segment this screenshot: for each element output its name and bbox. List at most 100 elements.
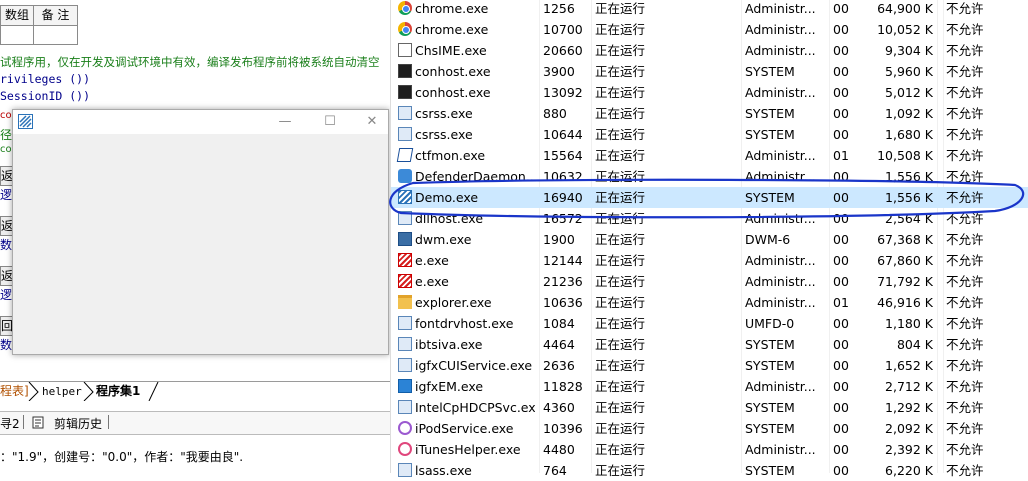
process-icon [398,106,412,120]
process-uac: 不允许 [946,22,984,37]
process-row[interactable]: igfxEM.exe 11828 正在运行 Administr... 00 2,712 K… [391,376,1028,397]
process-uac: 不允许 [946,169,984,184]
process-memory: 9,304 K [885,43,933,58]
itunes-icon [398,442,412,456]
process-row[interactable]: e.exe 21236 正在运行 Administr... 00 71,792 K 不允许 [391,271,1028,292]
process-icon [398,358,412,372]
process-pid: 10632 [543,169,583,184]
tab-search[interactable]: 寻2 [0,415,20,432]
process-user: Administr... [745,148,816,163]
process-row[interactable]: Demo.exe 16940 正在运行 SYSTEM 00 1,556 K 不允许 [391,187,1028,208]
process-row[interactable]: conhost.exe 13092 正在运行 Administr... 00 5,012 … [391,82,1028,103]
divider [23,415,24,429]
maximize-button[interactable]: ☐ [315,112,345,132]
process-name: ctfmon.exe [415,148,486,163]
process-row[interactable]: e.exe 12144 正在运行 Administr... 00 67,860 K 不允许 [391,250,1028,271]
process-user: Administr... [745,43,816,58]
tab-helper[interactable]: helper [42,383,82,400]
process-row[interactable]: IntelCpHDCPSvc.exe 4360 正在运行 SYSTEM 00 1,292 … [391,397,1028,418]
process-row[interactable]: ibtsiva.exe 4464 正在运行 SYSTEM 00 804 K 不允许 [391,334,1028,355]
process-memory: 2,392 K [885,442,933,457]
process-uac: 不允许 [946,232,984,247]
process-row[interactable]: igfxCUIService.exe 2636 正在运行 SYSTEM 00 1,652 … [391,355,1028,376]
process-uac: 不允许 [946,316,984,331]
status-bar-text: ："1.9"，创建号："0.0"，作者："我要由良". [0,450,244,464]
process-status: 正在运行 [595,1,646,16]
process-cpu: 00 [833,169,849,184]
process-row[interactable]: DefenderDaemon... 10632 正在运行 Administr... 00… [391,166,1028,187]
process-status: 正在运行 [595,463,646,478]
process-cpu: 00 [833,43,849,58]
process-status: 正在运行 [595,211,646,226]
console-icon [398,85,412,99]
process-name: igfxCUIService.exe [415,358,533,373]
code-line[interactable]: SessionID ()) [0,89,90,103]
process-pid: 15564 [543,148,583,163]
process-uac: 不允许 [946,211,984,226]
process-memory: 1,680 K [885,127,933,142]
code-comment-line[interactable]: 试程序用，仅在开发及调试环境中有效，编译发布程序前将被系统自动清空 [0,54,380,70]
table-cell[interactable] [33,25,78,45]
process-pid: 3900 [543,64,575,79]
process-row[interactable]: conhost.exe 3900 正在运行 SYSTEM 00 5,960 K 不允许 [391,61,1028,82]
close-button[interactable]: ✕ [357,112,387,132]
tab-clipboard-history[interactable]: 剪辑历史 [54,415,102,432]
table-cell[interactable] [0,25,34,45]
minimize-button[interactable]: — [270,112,300,132]
process-user: Administr... [745,253,816,268]
process-cpu: 00 [833,421,849,436]
process-row[interactable]: chrome.exe 1256 正在运行 Administr... 00 64,900 K… [391,0,1028,19]
process-pid: 764 [543,463,567,478]
clipboard-icon [32,416,44,429]
process-row[interactable]: csrss.exe 880 正在运行 SYSTEM 00 1,092 K 不允许 [391,103,1028,124]
process-user: UMFD-0 [745,316,795,331]
process-status: 正在运行 [595,274,646,289]
demo-app-window[interactable]: — ☐ ✕ [12,109,389,355]
process-memory: 71,792 K [877,274,933,289]
process-name: ChsIME.exe [415,43,487,58]
process-row[interactable]: csrss.exe 10644 正在运行 SYSTEM 00 1,680 K 不允许 [391,124,1028,145]
tab-separator-icon [148,382,159,401]
process-row[interactable]: ctfmon.exe 15564 正在运行 Administr... 01 10,508 … [391,145,1028,166]
process-pid: 16572 [543,211,583,226]
process-row[interactable]: iPodService.exe 10396 正在运行 SYSTEM 00 2,092 K 不… [391,418,1028,439]
process-memory: 1,292 K [885,400,933,415]
process-pid: 1900 [543,232,575,247]
process-memory: 1,556 K [885,190,933,205]
process-uac: 不允许 [946,358,984,373]
process-uac: 不允许 [946,148,984,163]
process-name: fontdrvhost.exe [415,316,514,331]
process-name: conhost.exe [415,64,491,79]
process-pid: 1256 [543,1,575,16]
process-row[interactable]: dwm.exe 1900 正在运行 DWM-6 00 67,368 K 不允许 [391,229,1028,250]
process-user: SYSTEM [745,400,795,415]
tab-separator-icon [83,382,94,401]
process-uac: 不允许 [946,337,984,352]
process-status: 正在运行 [595,442,646,457]
process-name: iPodService.exe [415,421,514,436]
process-status: 正在运行 [595,106,646,121]
chrome-icon [398,22,412,36]
process-user: Administr... [745,442,816,457]
process-cpu: 00 [833,190,849,205]
process-row[interactable]: chrome.exe 10700 正在运行 Administr... 00 10,052 … [391,19,1028,40]
process-cpu: 01 [833,148,849,163]
process-row[interactable]: ChsIME.exe 20660 正在运行 Administr... 00 9,304 K… [391,40,1028,61]
process-row[interactable]: lsass.exe 764 正在运行 SYSTEM 00 6,220 K 不允许 [391,460,1028,481]
process-icon [398,127,412,141]
code-line[interactable]: rivileges ()) [0,72,90,86]
process-cpu: 00 [833,106,849,121]
window-titlebar[interactable]: — ☐ ✕ [13,110,388,134]
process-user: SYSTEM [745,127,795,142]
tab-table[interactable]: 程表] [0,383,29,400]
tab-program-set[interactable]: 程序集1 [96,383,140,400]
table-header-array: 数组 [0,5,34,26]
process-uac: 不允许 [946,379,984,394]
process-row[interactable]: fontdrvhost.exe 1084 正在运行 UMFD-0 00 1,180 K 不允… [391,313,1028,334]
process-row[interactable]: explorer.exe 10636 正在运行 Administr... 01 46,91… [391,292,1028,313]
process-user: Administr... [745,211,816,226]
process-row[interactable]: iTunesHelper.exe 4480 正在运行 Administr... 00 2,… [391,439,1028,460]
process-name: iTunesHelper.exe [415,442,521,457]
process-row[interactable]: dllhost.exe 16572 正在运行 Administr... 00 2,564 … [391,208,1028,229]
process-icon [398,211,412,225]
